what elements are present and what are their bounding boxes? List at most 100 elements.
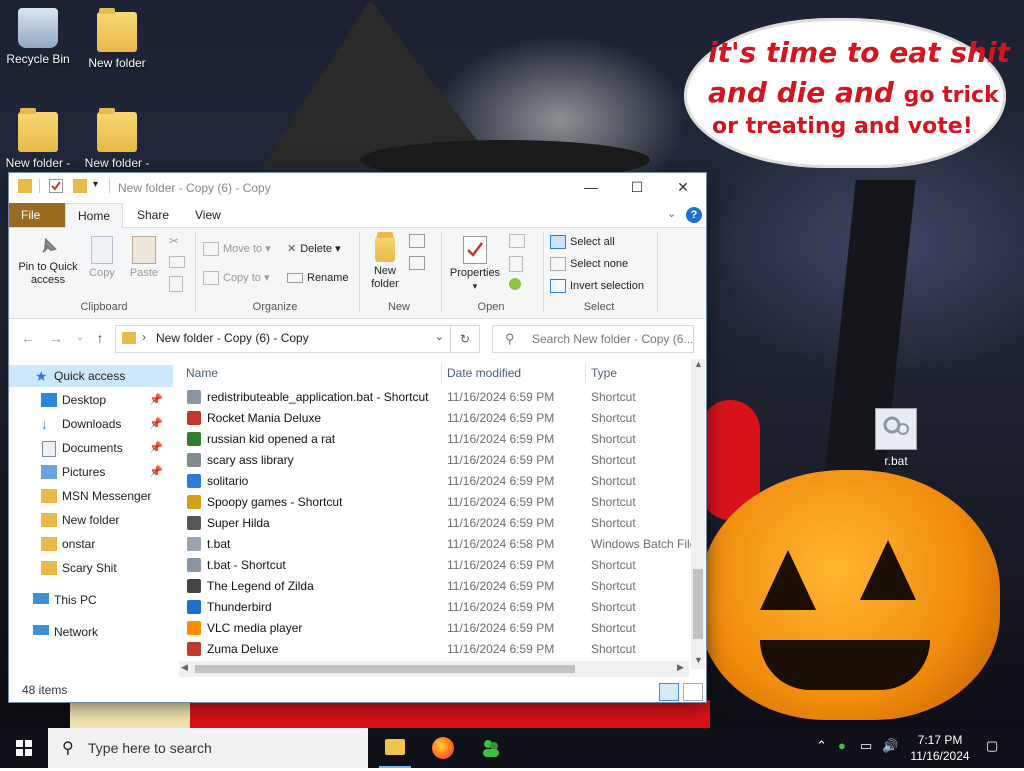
pin-icon[interactable]: 📌 [149, 437, 163, 459]
search-input[interactable]: ⚲ Search New folder - Copy (6... [492, 325, 694, 353]
back-button[interactable]: ← [17, 327, 39, 349]
scroll-down-icon[interactable]: ▼ [694, 655, 703, 665]
taskbar-file-explorer[interactable] [371, 728, 419, 768]
copy-button[interactable]: Copy [85, 236, 119, 280]
address-path[interactable]: New folder - Copy (6) - Copy [156, 331, 309, 345]
taskbar-msn-messenger[interactable] [467, 728, 515, 768]
properties-button[interactable]: Properties ▾ [447, 236, 503, 293]
nav-item-msn-messenger[interactable]: MSN Messenger [9, 485, 173, 507]
move-to-button[interactable]: Move to ▾ [203, 240, 271, 258]
new-folder-icon[interactable] [73, 179, 87, 193]
volume-tray-icon[interactable]: 🔊 [882, 738, 898, 754]
nav-item-pictures[interactable]: Pictures 📌 [9, 461, 173, 483]
column-header-type[interactable]: Type [591, 359, 617, 387]
table-row[interactable]: The Legend of Zilda 11/16/2024 6:59 PM Sho… [179, 576, 695, 597]
delete-button[interactable]: ✕ Delete ▾ [287, 240, 341, 258]
start-button[interactable] [0, 728, 48, 768]
column-divider[interactable] [441, 363, 442, 383]
easy-access-icon[interactable] [409, 256, 425, 270]
nav-item-downloads[interactable]: ↓ Downloads 📌 [9, 413, 173, 435]
address-bar[interactable]: › New folder - Copy (6) - Copy ⌄ [115, 325, 451, 353]
up-button[interactable]: ↑ [89, 327, 111, 349]
desktop-icon-r-bat[interactable]: r.bat [858, 408, 934, 468]
show-hidden-icons[interactable]: ⌃ [816, 738, 827, 754]
tab-view[interactable]: View [183, 203, 233, 227]
table-row[interactable]: redistributeable_application.bat - Short… [179, 387, 695, 408]
refresh-button[interactable]: ↻ [450, 325, 480, 353]
new-folder-button[interactable]: New folder [365, 232, 405, 291]
column-divider[interactable] [585, 363, 586, 383]
tab-file[interactable]: File [9, 203, 65, 227]
rename-button[interactable]: Rename [287, 269, 349, 287]
forward-button[interactable]: → [45, 327, 67, 349]
edit-icon[interactable] [509, 256, 523, 272]
column-header-date[interactable]: Date modified [447, 359, 521, 387]
taskbar-firefox[interactable] [419, 728, 467, 768]
pin-icon[interactable]: 📌 [149, 461, 163, 483]
large-icons-view-button[interactable] [683, 683, 703, 701]
paste-button[interactable]: Paste [127, 236, 161, 280]
minimize-button[interactable]: — [568, 173, 614, 202]
pin-icon[interactable]: 📌 [149, 389, 163, 411]
pin-icon[interactable]: 📌 [149, 413, 163, 435]
scrollbar-thumb[interactable] [195, 665, 575, 673]
vertical-scrollbar[interactable]: ▲ ▼ [691, 359, 705, 669]
nav-item-quick-access[interactable]: ★ Quick access [9, 365, 173, 387]
table-row[interactable]: t.bat 11/16/2024 6:58 PM Windows Batch Fil… [179, 534, 695, 555]
properties-icon[interactable] [49, 179, 63, 193]
chevron-down-icon[interactable]: ⌄ [667, 207, 676, 220]
invert-selection-button[interactable]: Invert selection [550, 277, 644, 295]
nav-item-this-pc[interactable]: This PC [9, 589, 173, 611]
select-none-button[interactable]: Select none [550, 255, 628, 273]
nav-item-new-folder[interactable]: New folder [9, 509, 173, 531]
copy-path-icon[interactable] [169, 256, 185, 268]
tab-share[interactable]: Share [125, 203, 181, 227]
scroll-up-icon[interactable]: ▲ [694, 359, 703, 369]
nav-item-scary-shit[interactable]: Scary Shit [9, 557, 173, 579]
help-icon[interactable]: ? [686, 207, 702, 223]
maximize-button[interactable]: ☐ [614, 173, 660, 202]
qat-customize-icon[interactable]: ▾ [93, 179, 107, 193]
scroll-left-icon[interactable]: ◀ [181, 662, 188, 673]
open-icon[interactable] [509, 234, 525, 248]
table-row[interactable]: Thunderbird 11/16/2024 6:59 PM Shortcut [179, 597, 695, 618]
nav-item-documents[interactable]: Documents 📌 [9, 437, 173, 459]
desktop-icon-new-folder[interactable]: New folder [79, 8, 155, 70]
table-row[interactable]: VLC media player 11/16/2024 6:59 PM Shortc… [179, 618, 695, 639]
network-tray-icon[interactable]: ▭ [860, 738, 872, 754]
nav-item-network[interactable]: Network [9, 621, 173, 643]
chevron-down-icon[interactable]: ⌄ [435, 330, 444, 343]
new-item-icon[interactable] [409, 234, 425, 248]
desktop-icon-new-folder-copy[interactable]: New folder - [0, 108, 76, 170]
horizontal-scrollbar[interactable]: ◀ ▶ [179, 661, 689, 677]
pin-to-quick-access-button[interactable]: Pin to Quick access [13, 236, 83, 287]
nav-item-onstar[interactable]: onstar [9, 533, 173, 555]
table-row[interactable]: scary ass library 11/16/2024 6:59 PM Short… [179, 450, 695, 471]
clock[interactable]: 7:17 PM 11/16/2024 [900, 732, 980, 764]
desktop-icon-recycle-bin[interactable]: Recycle Bin [0, 8, 76, 66]
paste-shortcut-icon[interactable] [169, 276, 183, 292]
scrollbar-thumb[interactable] [693, 569, 703, 639]
table-row[interactable]: Rocket Mania Deluxe 11/16/2024 6:59 PM Sho… [179, 408, 695, 429]
copy-to-button[interactable]: Copy to ▾ [203, 269, 270, 287]
tab-home[interactable]: Home [65, 203, 124, 229]
recent-locations-button[interactable]: ⌄ [69, 327, 91, 349]
table-row[interactable]: Zuma Deluxe 11/16/2024 6:59 PM Shortcut [179, 639, 695, 660]
table-row[interactable]: t.bat - Shortcut 11/16/2024 6:59 PM Shortc… [179, 555, 695, 576]
notifications-icon[interactable]: ▢ [986, 738, 998, 754]
taskbar-search[interactable]: ⚲ Type here to search [48, 728, 368, 768]
table-row[interactable]: Super Hilda 11/16/2024 6:59 PM Shortcut [179, 513, 695, 534]
history-icon[interactable] [509, 278, 521, 290]
desktop-icon-new-folder-copy-2[interactable]: New folder - [79, 108, 155, 170]
table-row[interactable]: russian kid opened a rat 11/16/2024 6:59 … [179, 429, 695, 450]
nav-item-desktop[interactable]: Desktop 📌 [9, 389, 173, 411]
column-header-name[interactable]: Name [186, 359, 218, 387]
msn-tray-icon[interactable]: ● [838, 738, 846, 753]
table-row[interactable]: Spoopy games - Shortcut 11/16/2024 6:59 P… [179, 492, 695, 513]
details-view-button[interactable] [659, 683, 679, 701]
select-all-button[interactable]: Select all [550, 233, 615, 251]
close-button[interactable]: ✕ [660, 173, 706, 202]
cut-icon[interactable]: ✂ [169, 234, 183, 248]
table-row[interactable]: solitario 11/16/2024 6:59 PM Shortcut [179, 471, 695, 492]
title-bar[interactable]: ▾ New folder - Copy (6) - Copy — ☐ ✕ [9, 173, 706, 202]
